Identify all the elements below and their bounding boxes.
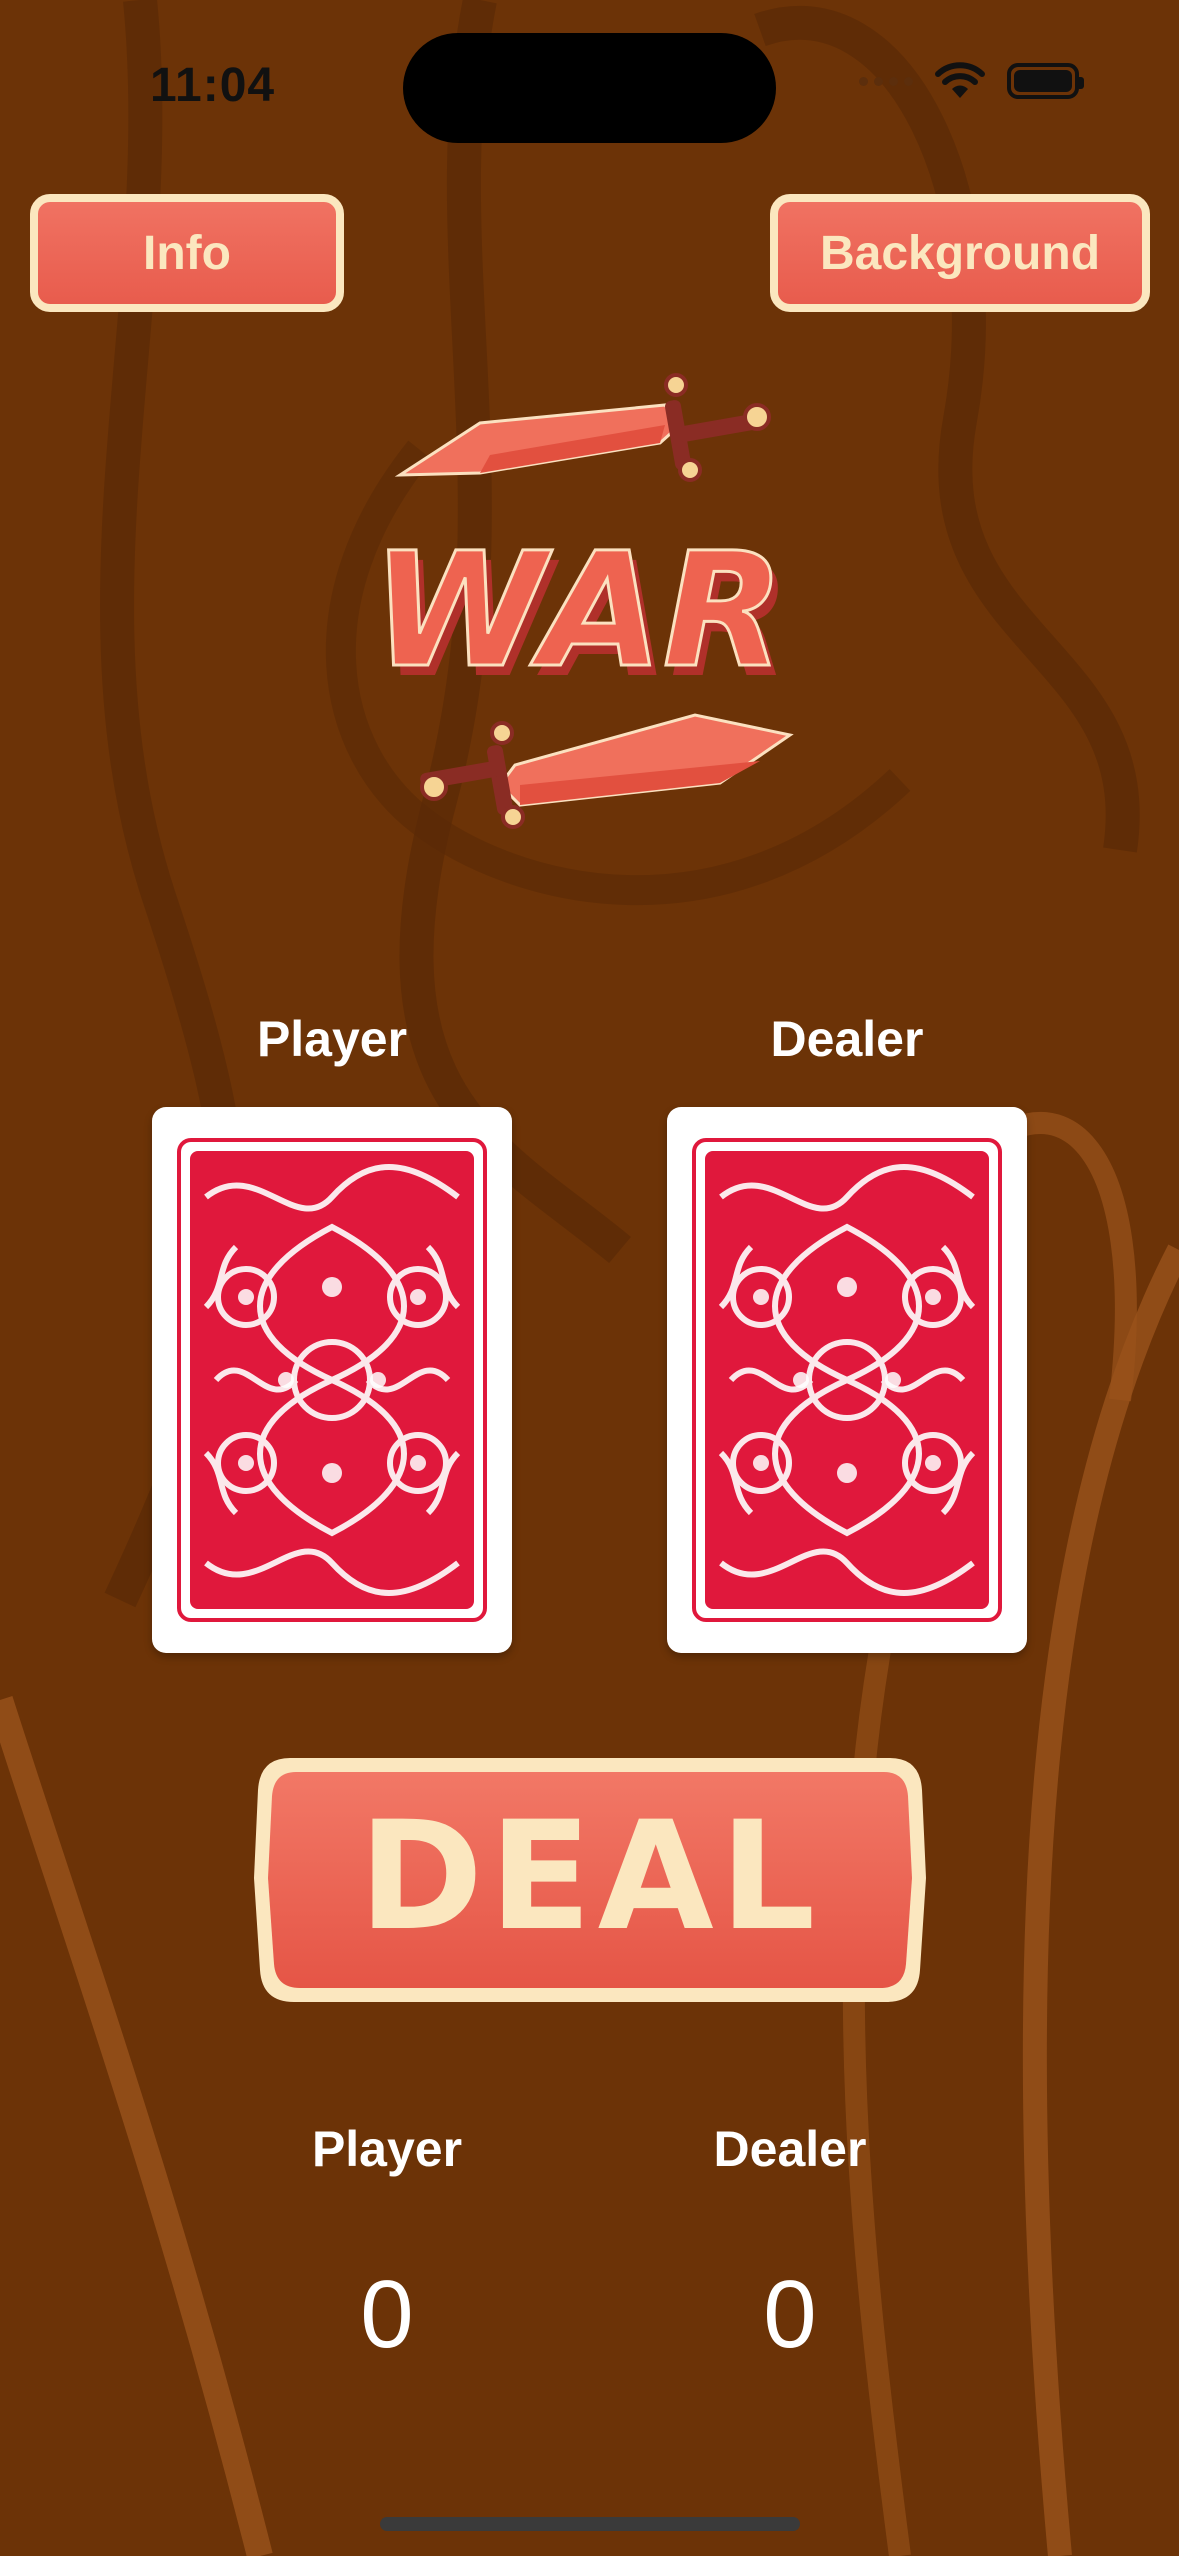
war-logo: WAR WAR — [370, 373, 794, 829]
status-icons — [859, 62, 1084, 100]
dealer-card — [667, 1107, 1027, 1653]
player-card-label: Player — [256, 1011, 408, 1067]
background-button[interactable]: Background — [770, 194, 1150, 312]
bottom-sword-icon — [420, 713, 794, 829]
logo-text: WAR — [372, 519, 785, 703]
wifi-icon — [935, 62, 985, 98]
player-score-value: 0 — [360, 2261, 414, 2368]
info-button[interactable]: Info — [30, 194, 344, 312]
dynamic-island — [403, 33, 776, 143]
home-indicator[interactable] — [380, 2517, 800, 2531]
card-back-pattern-icon — [692, 1138, 1002, 1622]
player-score-label: Player — [311, 2121, 463, 2177]
status-time: 11:04 — [150, 59, 276, 112]
cellular-icon — [859, 76, 913, 86]
card-back-pattern-icon — [177, 1138, 487, 1622]
player-card — [152, 1107, 512, 1653]
top-sword-icon — [394, 373, 771, 482]
dealer-score-label: Dealer — [713, 2121, 867, 2177]
dealer-score-value: 0 — [763, 2261, 817, 2368]
dealer-card-label: Dealer — [770, 1011, 924, 1067]
battery-icon — [1007, 63, 1084, 99]
app-screen: 11:04 Info Background WAR WAR Player Dea… — [0, 0, 1179, 2556]
deal-button-label: DEAL — [359, 1790, 822, 1964]
deal-button[interactable]: DEAL — [250, 1750, 930, 2010]
